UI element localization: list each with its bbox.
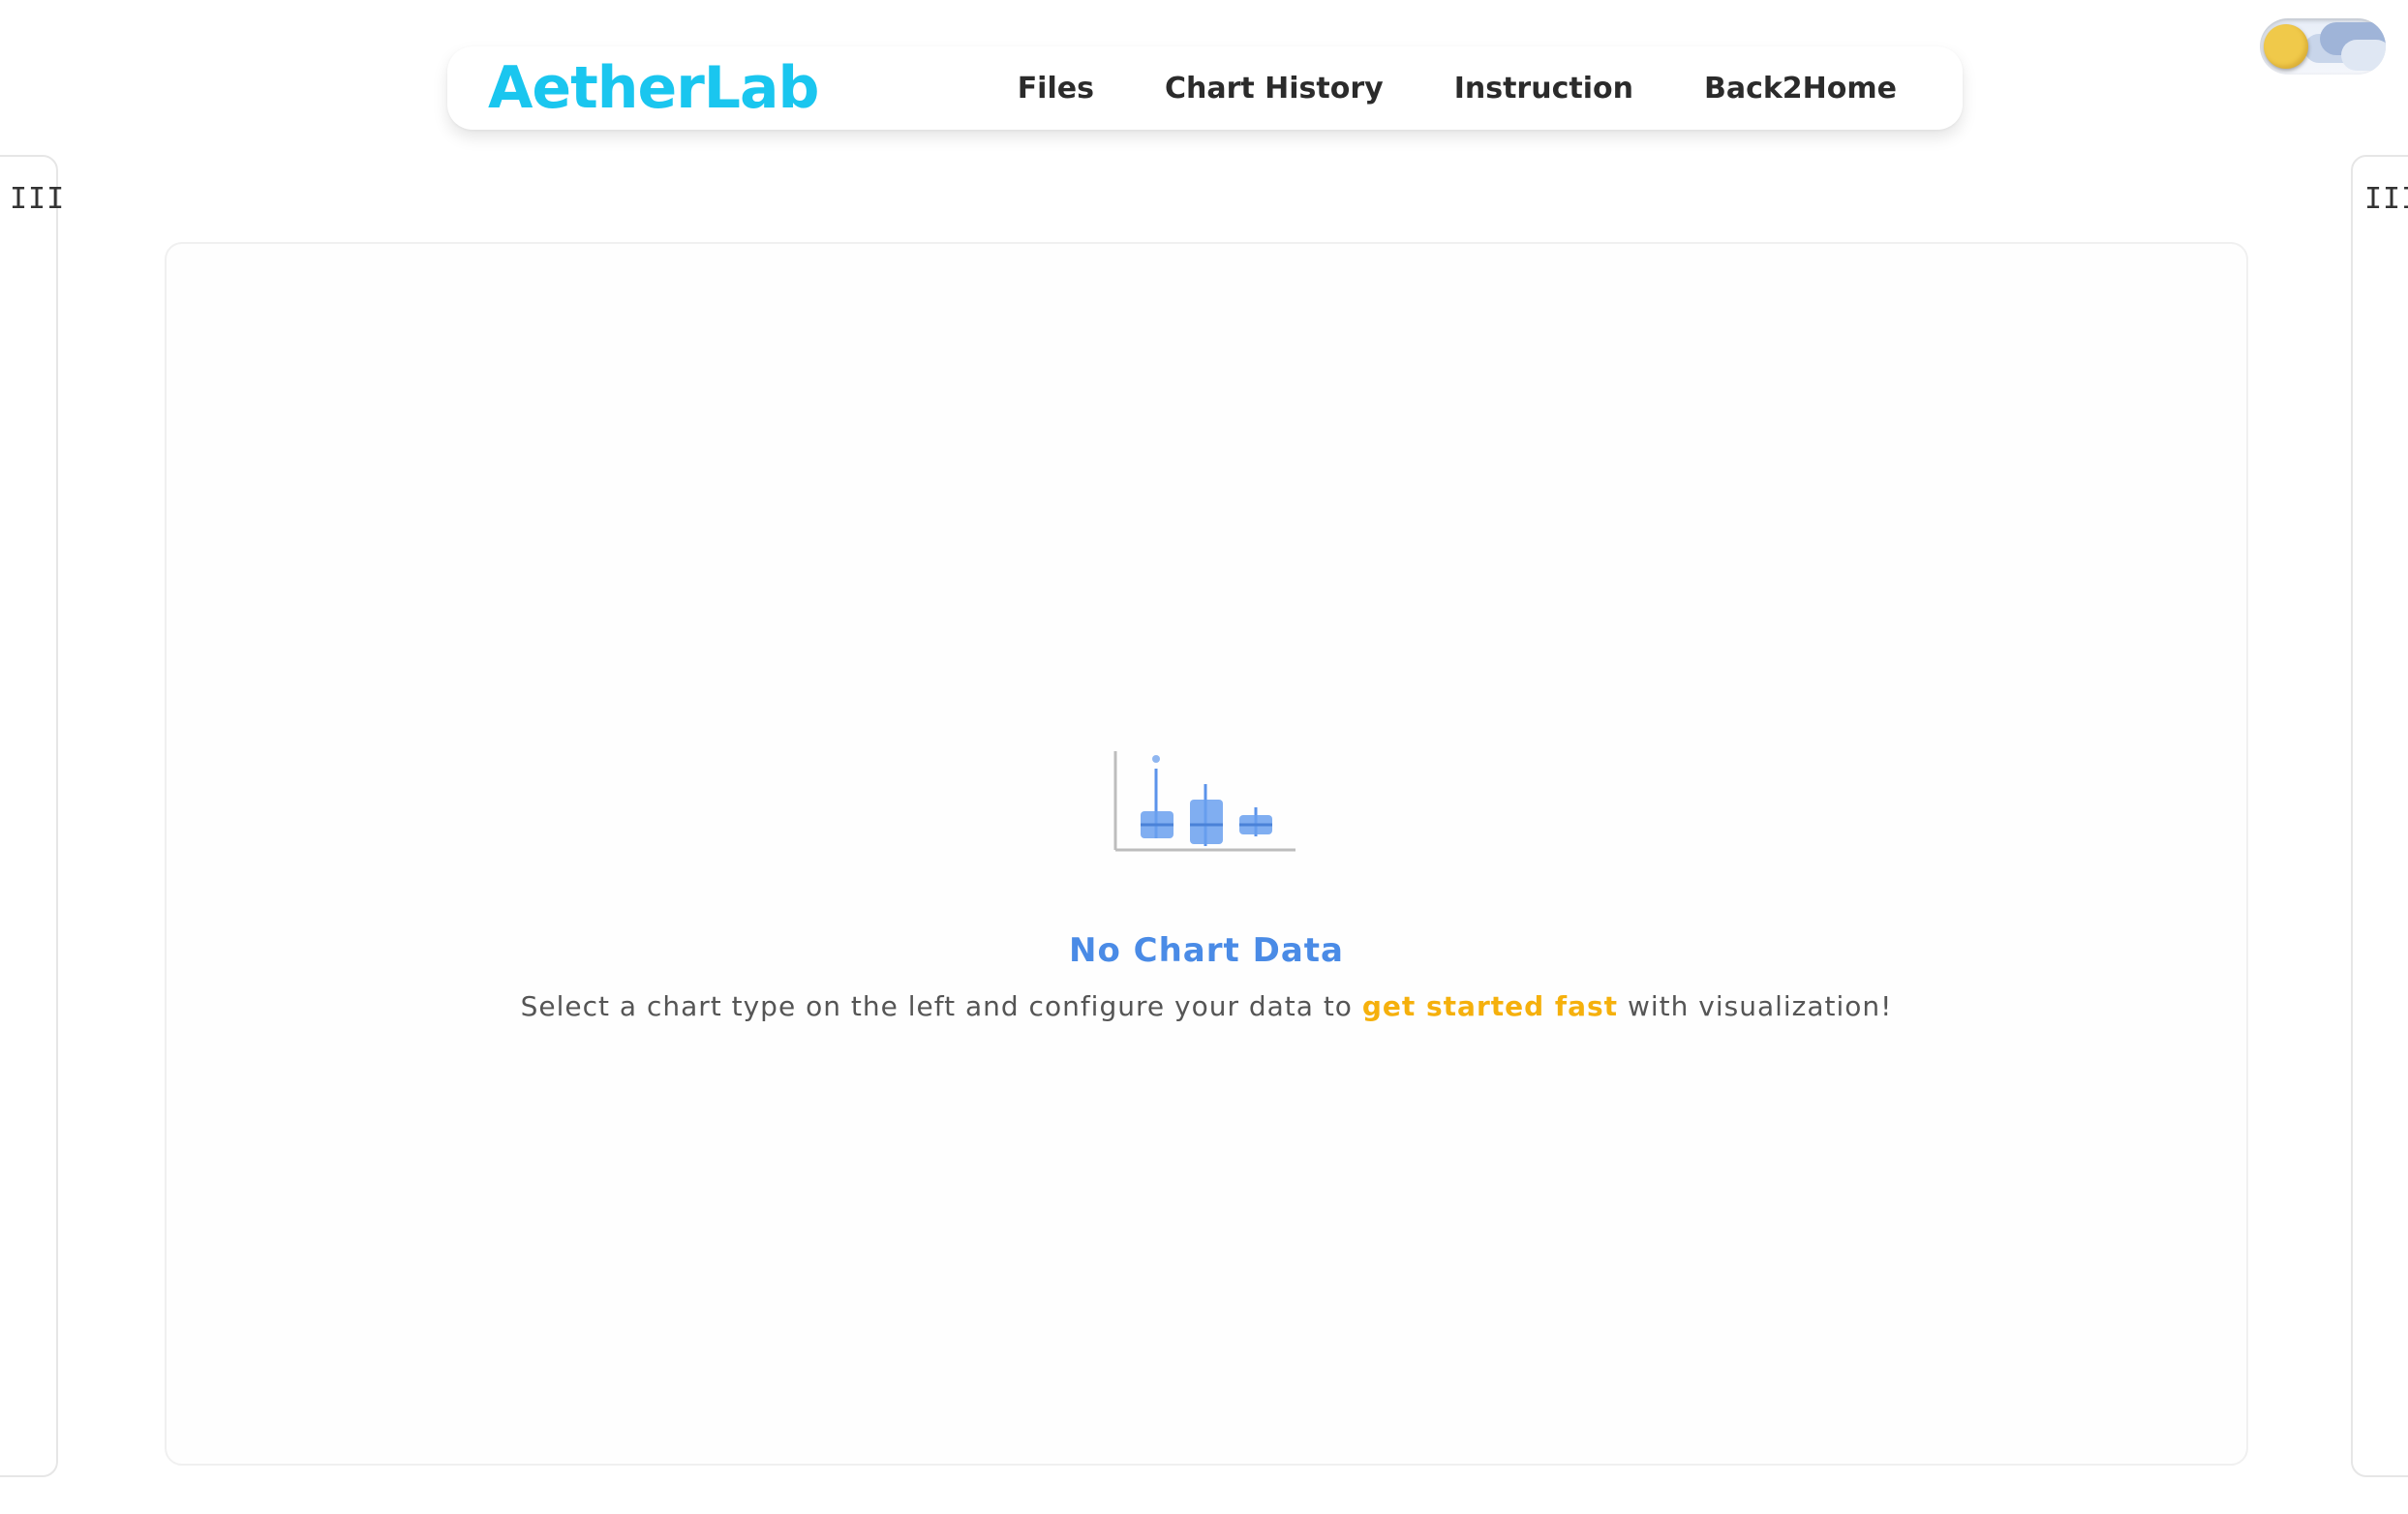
main-nav: Files Chart History Instruction Back2Hom… <box>1018 46 1963 130</box>
boxplot-chart-icon <box>1113 751 1295 852</box>
empty-state-highlight: get started fast <box>1361 990 1619 1022</box>
right-panel-toggle-icon[interactable]: III <box>2364 182 2408 217</box>
nav-item-files[interactable]: Files <box>1018 72 1094 106</box>
empty-state-description: Select a chart type on the left and conf… <box>167 987 2246 1026</box>
empty-state-title: No Chart Data <box>1069 931 1344 970</box>
empty-state-desc-prefix: Select a chart type on the left and conf… <box>520 990 1362 1022</box>
empty-state: No Chart Data Select a chart type on the… <box>167 747 2246 1026</box>
nav-item-chart-history[interactable]: Chart History <box>1165 72 1384 106</box>
theme-toggle[interactable] <box>2260 18 2386 75</box>
top-navbar: AetherLab Files Chart History Instructio… <box>447 46 1963 130</box>
cloud-icon <box>2341 40 2386 71</box>
nav-item-back2home[interactable]: Back2Home <box>1704 72 1897 106</box>
right-sidebar-panel: III <box>2351 155 2408 1477</box>
left-sidebar-panel: III <box>0 155 64 1477</box>
chart-canvas-area: No Chart Data Select a chart type on the… <box>165 242 2248 1466</box>
empty-state-desc-suffix: with visualization! <box>1618 990 1893 1022</box>
app-logo[interactable]: AetherLab <box>488 54 819 122</box>
left-panel-toggle-icon[interactable]: III <box>10 182 65 217</box>
app-page: AetherLab Files Chart History Instructio… <box>0 0 2408 1514</box>
nav-item-instruction[interactable]: Instruction <box>1454 72 1633 106</box>
sun-icon <box>2264 24 2308 69</box>
